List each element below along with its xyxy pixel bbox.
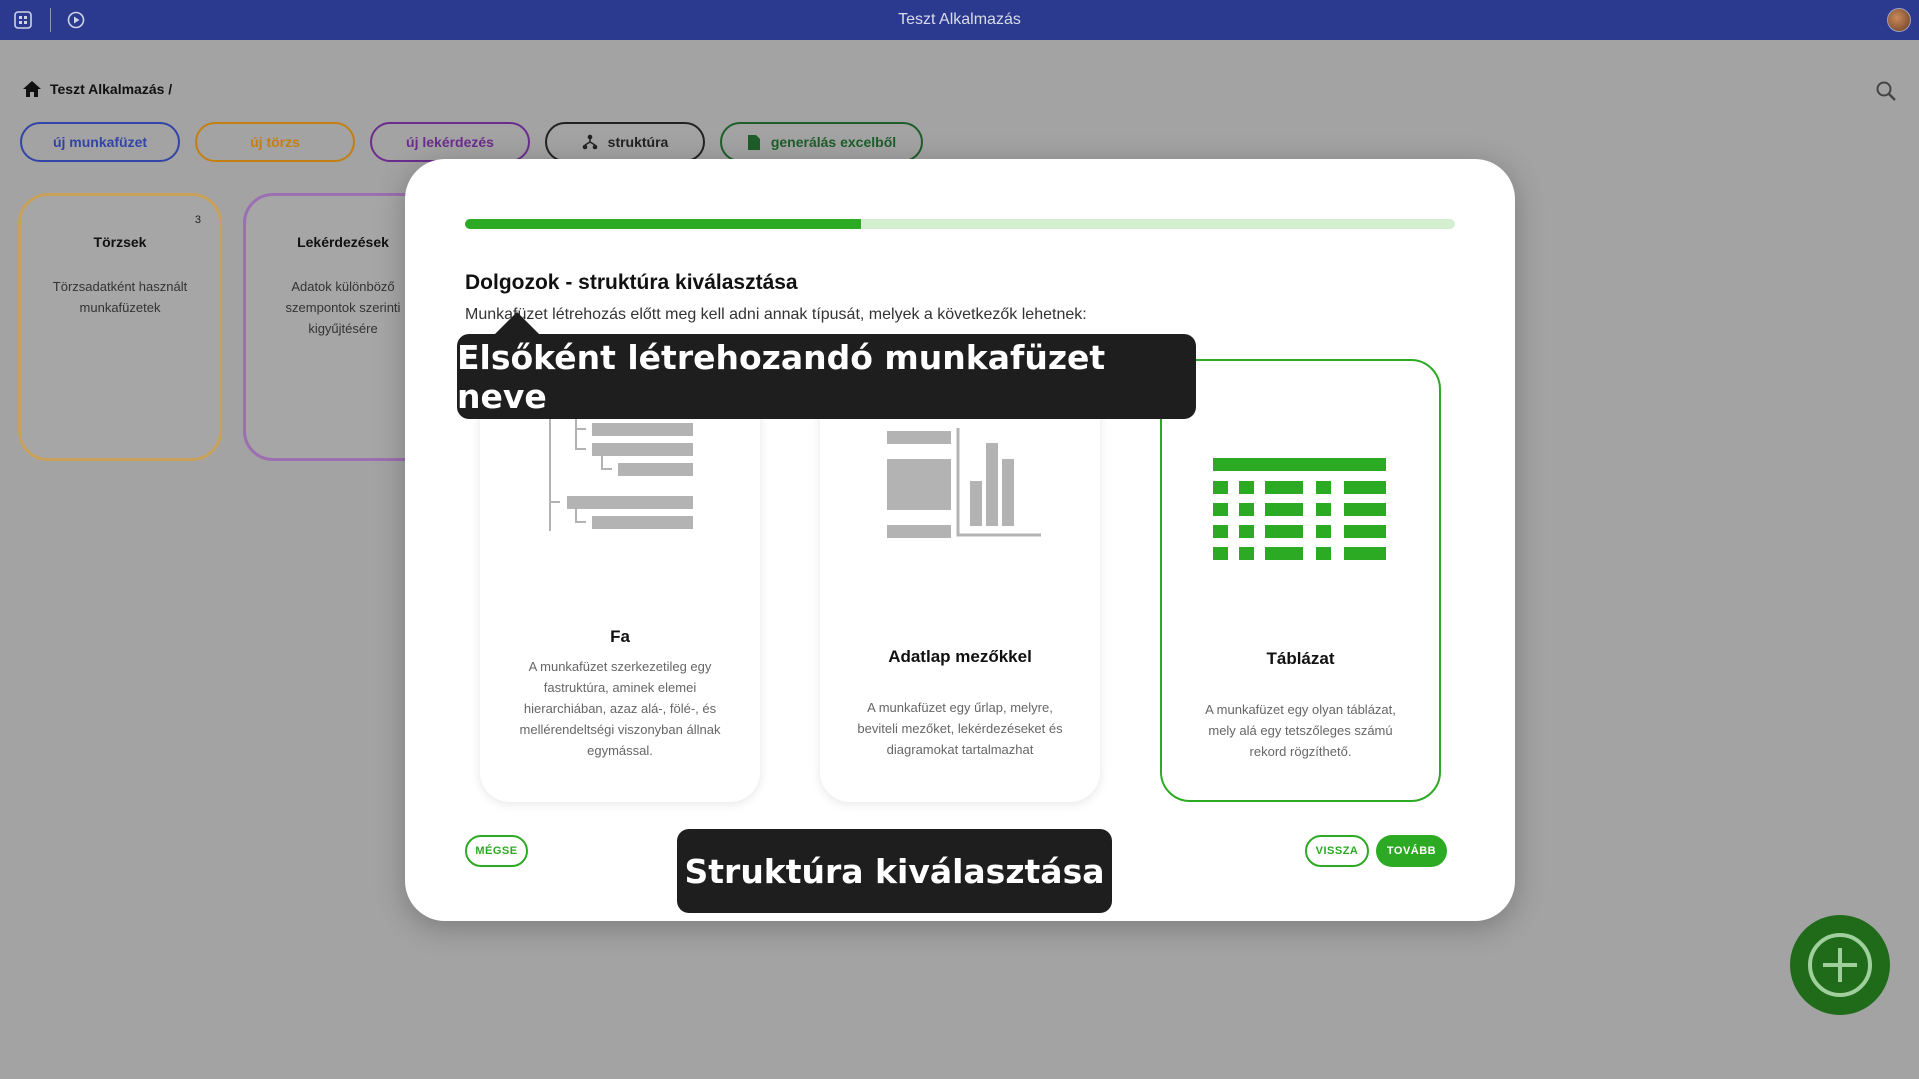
option-description: A munkafüzet egy űrlap, melyre, beviteli… — [857, 700, 1063, 757]
top-bar: Teszt Alkalmazás — [0, 0, 1919, 40]
masters-card[interactable]: 3 Törzsek Törzsadatként használt munkafü… — [18, 193, 222, 461]
table-grid-icon — [1213, 458, 1386, 560]
home-icon[interactable] — [22, 80, 42, 98]
file-icon — [747, 134, 760, 150]
progress-fill — [465, 219, 861, 229]
card-description: Adatok különböző szempontok szerinti kig… — [285, 279, 401, 336]
card-description: Törzsadatként használt munkafüzetek — [52, 279, 188, 315]
new-query-button[interactable]: új lekérdezés — [370, 122, 530, 162]
breadcrumb-label[interactable]: Teszt Alkalmazás / — [50, 81, 172, 97]
option-tree[interactable]: Fa A munkafüzet szerkezetileg egy fastru… — [480, 359, 760, 802]
breadcrumb: Teszt Alkalmazás / — [22, 80, 172, 98]
count-badge: 3 — [194, 214, 201, 226]
search-icon[interactable] — [1875, 80, 1897, 102]
plus-circle-icon — [1808, 933, 1872, 997]
dialog-description: Munkafüzet létrehozás előtt meg kell adn… — [465, 306, 1087, 323]
avatar[interactable] — [1887, 8, 1911, 32]
app-title: Teszt Alkalmazás — [898, 11, 1021, 28]
option-description: A munkafüzet egy olyan táblázat, mely al… — [1205, 702, 1396, 759]
card-title: Törzsek — [93, 234, 147, 250]
add-fab-button[interactable] — [1790, 915, 1890, 1015]
new-workbook-button[interactable]: új munkafüzet — [20, 122, 180, 162]
next-button[interactable]: TOVÁBB — [1376, 835, 1447, 867]
option-title: Fa — [610, 627, 630, 646]
generate-from-excel-button[interactable]: generálás excelből — [720, 122, 923, 162]
dialog-title: Dolgozok - struktúra kiválasztása — [465, 271, 798, 294]
option-title: Adatlap mezőkkel — [888, 647, 1032, 666]
structure-button[interactable]: struktúra — [545, 122, 705, 162]
back-button[interactable]: VISSZA — [1305, 835, 1369, 867]
progress-bar — [465, 219, 1455, 229]
structure-dialog: Dolgozok - struktúra kiválasztása Munkaf… — [405, 159, 1515, 921]
option-table[interactable]: Táblázat A munkafüzet egy olyan táblázat… — [1160, 359, 1441, 802]
new-master-button[interactable]: új törzs — [195, 122, 355, 162]
option-form-fields[interactable]: Adatlap mezőkkel A munkafüzet egy űrlap,… — [820, 359, 1100, 802]
hierarchy-icon — [582, 134, 597, 150]
option-title: Táblázat — [1266, 649, 1335, 668]
cancel-button[interactable]: MÉGSE — [465, 835, 528, 867]
option-description: A munkafüzet szerkezetileg egy fastruktú… — [519, 659, 721, 758]
tooltip-structure-select: Struktúra kiválasztása — [677, 829, 1112, 913]
tooltip-workbook-name: Elsőként létrehozandó munkafüzet neve — [457, 312, 1196, 419]
